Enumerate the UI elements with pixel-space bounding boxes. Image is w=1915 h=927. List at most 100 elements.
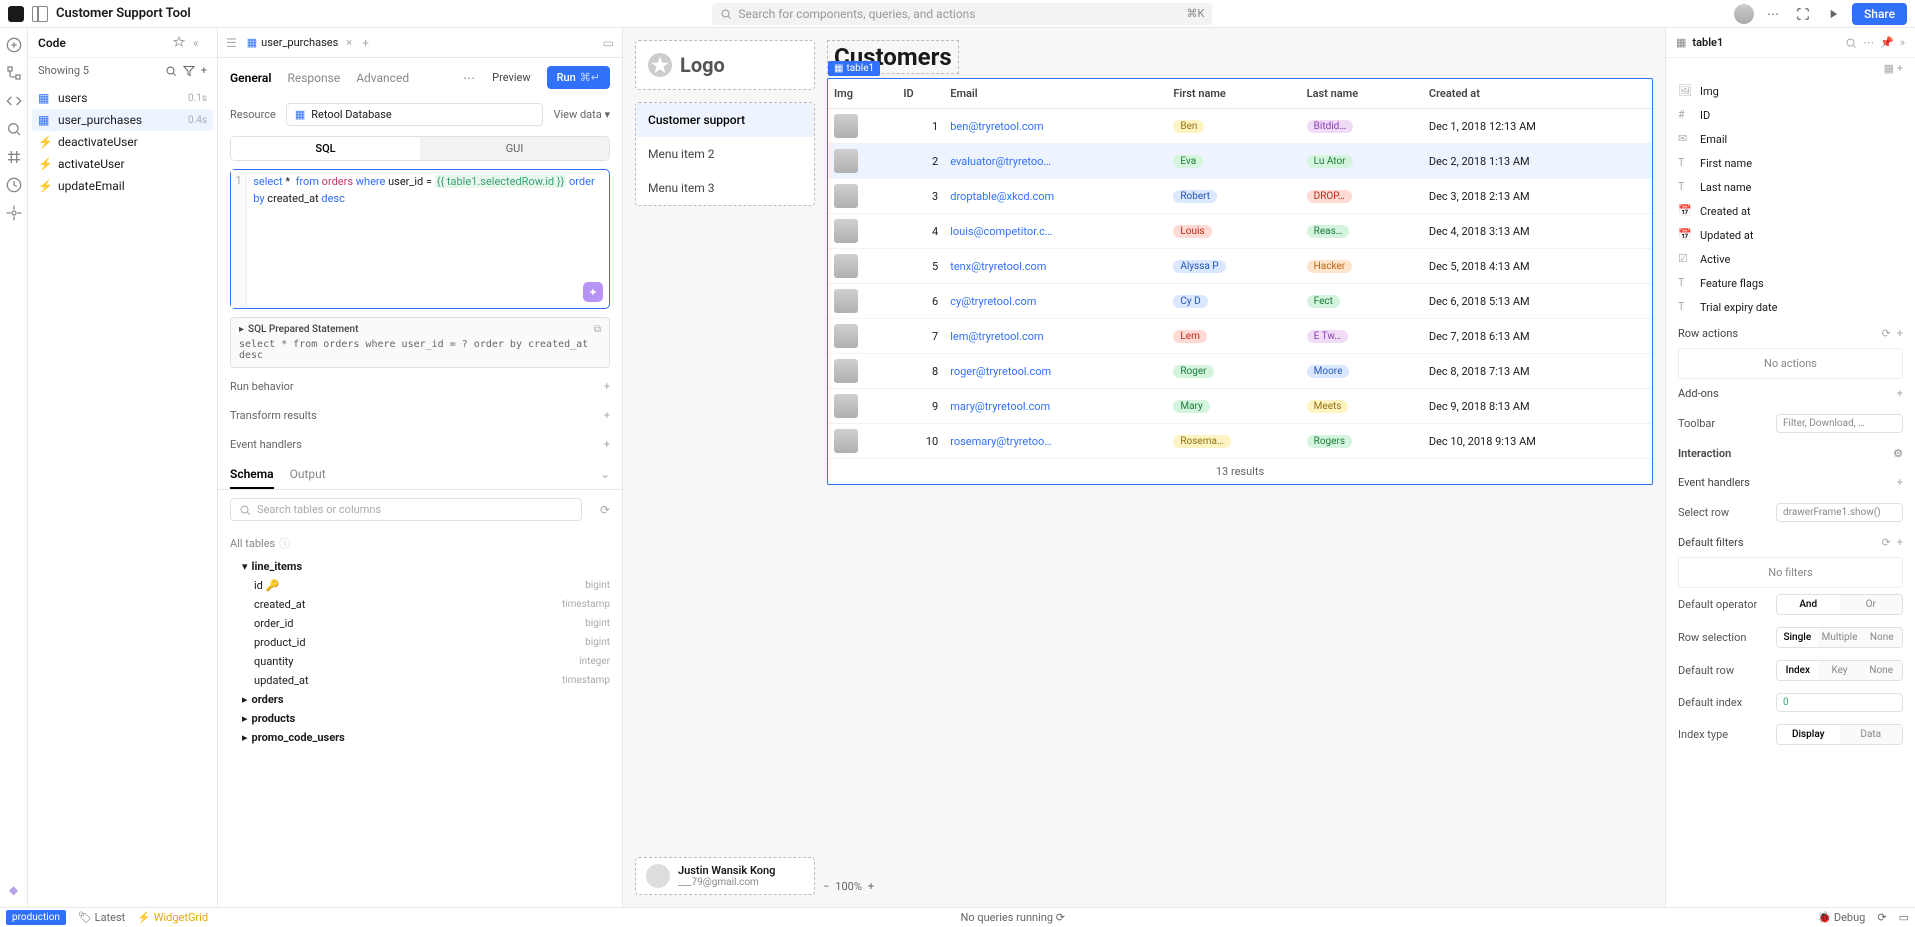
env-badge[interactable]: production bbox=[6, 910, 66, 925]
canvas[interactable]: ★ Logo Customer supportMenu item 2Menu i… bbox=[623, 28, 1665, 907]
col-header[interactable]: First name bbox=[1167, 79, 1300, 109]
search-code-icon[interactable] bbox=[165, 65, 177, 77]
inspector-field-trial-expiry-date[interactable]: TTrial expiry date bbox=[1666, 295, 1915, 319]
panel-right-icon[interactable]: ▭ bbox=[1899, 911, 1909, 924]
code-item-activateUser[interactable]: ⚡activateUser bbox=[32, 153, 213, 175]
op-or[interactable]: Or bbox=[1840, 595, 1903, 614]
code-item-deactivateUser[interactable]: ⚡deactivateUser bbox=[32, 131, 213, 153]
refresh-icon[interactable]: ⟳ bbox=[1882, 327, 1891, 340]
search-rail-icon[interactable] bbox=[5, 120, 23, 138]
col-header[interactable]: Last name bbox=[1301, 79, 1423, 109]
chevron-down-icon[interactable]: ⌄ bbox=[600, 467, 610, 481]
rs-single[interactable]: Single bbox=[1777, 628, 1818, 647]
inspector-field-feature-flags[interactable]: TFeature flags bbox=[1666, 271, 1915, 295]
table-row[interactable]: 6 cy@tryretool.com Cy D Fect Dec 6, 2018… bbox=[828, 284, 1652, 319]
dr-none[interactable]: None bbox=[1860, 661, 1902, 680]
share-button[interactable]: Share bbox=[1852, 3, 1907, 25]
expand-icon[interactable] bbox=[1792, 3, 1814, 25]
code-item-user_purchases[interactable]: ▦user_purchases0.4s bbox=[32, 109, 213, 131]
add-field-button[interactable]: ▦ + bbox=[1666, 58, 1915, 79]
schema-col-updated_at[interactable]: updated_attimestamp bbox=[230, 671, 610, 690]
toolbar-addon[interactable]: Toolbar Filter, Download, … bbox=[1666, 408, 1915, 439]
table-component-badge[interactable]: ▦ table1 bbox=[828, 61, 880, 76]
add-icon[interactable] bbox=[5, 36, 23, 54]
inspector-field-id[interactable]: #ID bbox=[1666, 103, 1915, 127]
history-icon[interactable] bbox=[5, 176, 23, 194]
inspector-field-img[interactable]: 🖼Img bbox=[1666, 79, 1915, 103]
sql-editor[interactable]: 1 select * from orders where user_id = {… bbox=[230, 169, 610, 309]
it-data[interactable]: Data bbox=[1840, 725, 1903, 744]
col-header[interactable]: Img bbox=[828, 79, 897, 109]
logo-widget[interactable]: ★ Logo bbox=[635, 40, 815, 90]
event-handler-row[interactable]: Select row drawerFrame1.show() bbox=[1666, 497, 1915, 528]
refresh-filters-icon[interactable]: ⟳ bbox=[1882, 536, 1891, 549]
table-row[interactable]: 2 evaluator@tryretoo… Eva Lu Ator Dec 2,… bbox=[828, 144, 1652, 179]
add-tab-button[interactable]: + bbox=[362, 36, 369, 50]
schema-table-orders[interactable]: ▸orders bbox=[230, 690, 610, 709]
schema-search-input[interactable]: Search tables or columns bbox=[230, 498, 582, 521]
settings-icon[interactable] bbox=[5, 204, 23, 222]
view-data-link[interactable]: View data ▾ bbox=[553, 108, 610, 121]
inspector-field-last-name[interactable]: TLast name bbox=[1666, 175, 1915, 199]
table-row[interactable]: 10 rosemary@tryretoo… Rosema… Rogers Dec… bbox=[828, 424, 1652, 459]
menu-item-2[interactable]: Menu item 3 bbox=[636, 171, 814, 205]
search-inspector-icon[interactable] bbox=[1845, 37, 1857, 49]
menu-item-1[interactable]: Menu item 2 bbox=[636, 137, 814, 171]
pin-inspector-icon[interactable]: 📌 bbox=[1880, 36, 1894, 49]
run-behavior-row[interactable]: Run behavior+ bbox=[218, 372, 622, 401]
add-action-button[interactable]: + bbox=[1897, 327, 1903, 340]
customers-table[interactable]: ▦ table1 ImgIDEmailFirst nameLast nameCr… bbox=[827, 78, 1653, 485]
resource-select[interactable]: ▦ Retool Database bbox=[286, 103, 544, 126]
expand-inspector-icon[interactable]: » bbox=[1900, 36, 1905, 49]
add-filter-button[interactable]: + bbox=[1897, 536, 1903, 549]
tab-advanced[interactable]: Advanced bbox=[356, 71, 409, 85]
state-icon[interactable] bbox=[5, 148, 23, 166]
code-item-users[interactable]: ▦users0.1s bbox=[32, 87, 213, 109]
col-header[interactable]: ID bbox=[897, 79, 944, 109]
play-preview-button[interactable] bbox=[1822, 3, 1844, 25]
component-name[interactable]: table1 bbox=[1692, 36, 1839, 49]
rs-none[interactable]: None bbox=[1861, 628, 1902, 647]
editor-more-icon[interactable]: ⋯ bbox=[463, 71, 476, 85]
schema-col-created_at[interactable]: created_attimestamp bbox=[230, 595, 610, 614]
transform-row[interactable]: Transform results+ bbox=[218, 401, 622, 430]
global-search-input[interactable]: Search for components, queries, and acti… bbox=[712, 3, 1212, 25]
table-row[interactable]: 8 roger@tryretool.com Roger Moore Dec 8,… bbox=[828, 354, 1652, 389]
table-row[interactable]: 4 louis@competitor.c… Louis Reas… Dec 4,… bbox=[828, 214, 1652, 249]
rs-multiple[interactable]: Multiple bbox=[1818, 628, 1862, 647]
widget-grid-badge[interactable]: ⚡ WidgetGrid bbox=[137, 911, 208, 924]
dr-index[interactable]: Index bbox=[1777, 661, 1819, 680]
schema-col-product_id[interactable]: product_idbigint bbox=[230, 633, 610, 652]
collapse-icon[interactable]: « bbox=[193, 36, 207, 50]
interaction-settings-icon[interactable]: ⚙ bbox=[1893, 447, 1903, 460]
add-addon-button[interactable]: + bbox=[1897, 387, 1903, 400]
pin-icon[interactable] bbox=[173, 36, 187, 50]
col-header[interactable]: Created at bbox=[1423, 79, 1652, 109]
more-menu-button[interactable]: ⋯ bbox=[1762, 3, 1784, 25]
user-avatar[interactable] bbox=[1734, 4, 1754, 24]
user-card-widget[interactable]: Justin Wansik Kong ___79@gmail.com bbox=[635, 857, 815, 895]
schema-col-order_id[interactable]: order_idbigint bbox=[230, 614, 610, 633]
schema-col-quantity[interactable]: quantityinteger bbox=[230, 652, 610, 671]
zoom-in-button[interactable]: + bbox=[868, 880, 874, 893]
add-code-icon[interactable]: + bbox=[201, 64, 207, 77]
tab-general[interactable]: General bbox=[230, 71, 271, 85]
editor-tab[interactable]: ▦ user_purchases × bbox=[243, 28, 356, 57]
latest-badge[interactable]: 🏷 Latest bbox=[78, 911, 125, 924]
preview-button[interactable]: Preview bbox=[484, 67, 538, 88]
inspector-field-email[interactable]: ✉Email bbox=[1666, 127, 1915, 151]
schema-table-line-items[interactable]: ▾line_items bbox=[230, 557, 610, 576]
schema-table-promo_code_users[interactable]: ▸promo_code_users bbox=[230, 728, 610, 747]
retool-logo[interactable] bbox=[8, 6, 24, 22]
table-row[interactable]: 9 mary@tryretool.com Mary Meets Dec 9, 2… bbox=[828, 389, 1652, 424]
op-and[interactable]: And bbox=[1777, 595, 1840, 614]
filter-code-icon[interactable] bbox=[183, 65, 195, 77]
schema-table-products[interactable]: ▸products bbox=[230, 709, 610, 728]
code-item-updateEmail[interactable]: ⚡updateEmail bbox=[32, 175, 213, 197]
run-button[interactable]: Run⌘↵ bbox=[547, 66, 610, 89]
table-row[interactable]: 1 ben@tryretool.com Ben Bitdid… Dec 1, 2… bbox=[828, 109, 1652, 144]
debug-button[interactable]: 🐞 Debug bbox=[1817, 911, 1865, 924]
schema-tab[interactable]: Schema bbox=[230, 467, 274, 489]
tabs-menu-icon[interactable]: ☰ bbox=[226, 36, 237, 50]
inspector-field-active[interactable]: ☑Active bbox=[1666, 247, 1915, 271]
